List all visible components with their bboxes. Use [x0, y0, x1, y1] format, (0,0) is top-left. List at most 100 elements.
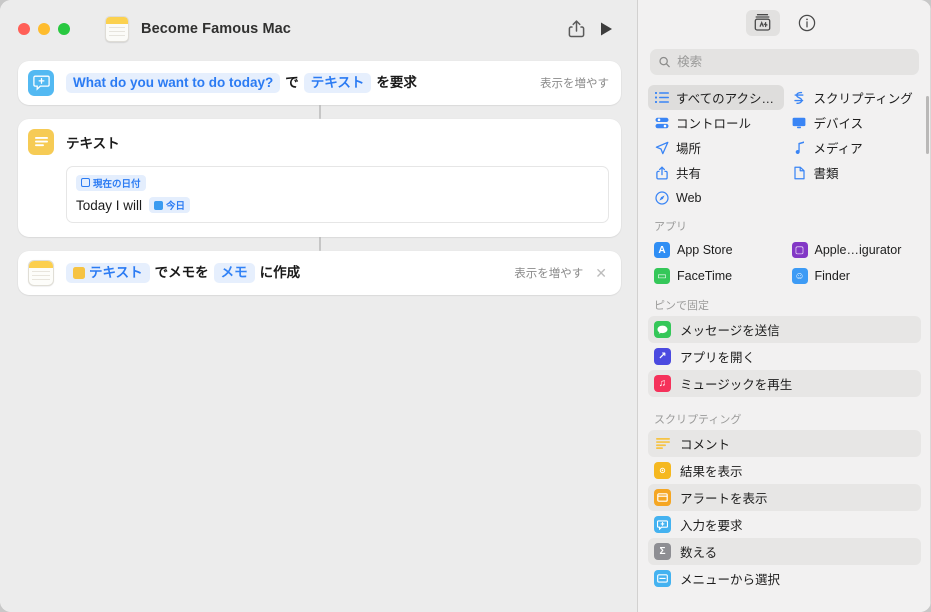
library-item-count[interactable]: Σ 数える	[648, 538, 921, 565]
connector	[18, 105, 621, 119]
library-item-label: メッセージを送信	[680, 324, 780, 338]
library-item-show-result[interactable]: ⊙ 結果を表示	[648, 457, 921, 484]
text-variable-token[interactable]: テキスト	[66, 262, 150, 284]
safari-compass-icon	[654, 190, 669, 205]
library-item-label: アラートを表示	[680, 492, 768, 506]
category-web[interactable]: Web	[648, 185, 784, 210]
category-location[interactable]: 場所	[648, 135, 784, 160]
minimize-window-button[interactable]	[38, 22, 50, 35]
category-label: スクリプティング	[813, 92, 913, 106]
library-item-choose-from-menu[interactable]: メニューから選択	[648, 565, 921, 592]
library-item-send-message[interactable]: メッセージを送信	[648, 316, 921, 343]
traffic-lights	[18, 22, 70, 35]
run-shortcut-button[interactable]	[591, 16, 621, 42]
search-container	[638, 45, 931, 85]
search-field[interactable]	[650, 49, 919, 75]
action-text-part: に作成	[259, 264, 301, 280]
media-note-icon	[792, 141, 807, 154]
text-field-value: Today I will	[76, 197, 143, 213]
controls-icon	[654, 117, 669, 129]
apps-grid: A App Store ▢ Apple…igurator ▭ FaceTime …	[638, 237, 931, 289]
library-toolbar	[638, 0, 931, 45]
zoom-window-button[interactable]	[58, 22, 70, 35]
category-sharing[interactable]: 共有	[648, 160, 784, 185]
show-more-link[interactable]: 表示を増やす	[540, 75, 609, 91]
app-item-facetime[interactable]: ▭ FaceTime	[648, 263, 784, 289]
workflow-pane: Become Famous Mac What do you want to do…	[0, 0, 637, 612]
category-label: Web	[676, 190, 702, 205]
input-type-token[interactable]: テキスト	[303, 72, 372, 94]
action-card-ask-for-input[interactable]: What do you want to do today? で テキスト を要求…	[18, 61, 621, 105]
library-item-show-alert[interactable]: アラートを表示	[648, 484, 921, 511]
search-input[interactable]	[677, 55, 910, 69]
app-store-icon: A	[654, 242, 670, 258]
category-all-actions[interactable]: すべてのアクシ…	[648, 85, 784, 110]
share-button[interactable]	[561, 16, 591, 42]
close-window-button[interactable]	[18, 22, 30, 35]
library-list[interactable]: ピンで固定 メッセージを送信 ↗ アプリを開く ♫ ミュージックを再生 スクリプ…	[638, 289, 931, 612]
library-item-comment[interactable]: コメント	[648, 430, 921, 457]
library-item-open-app[interactable]: ↗ アプリを開く	[648, 343, 921, 370]
notes-folder-token[interactable]: メモ	[213, 262, 255, 284]
library-item-label: メニューから選択	[680, 573, 781, 587]
ask-for-input-icon	[28, 70, 54, 96]
comment-icon	[654, 435, 671, 452]
category-label: 共有	[676, 167, 702, 181]
app-item-app-store[interactable]: A App Store	[648, 237, 784, 263]
today-variable-chip[interactable]: 今日	[149, 197, 191, 213]
list-icon	[654, 92, 669, 103]
action-card-text[interactable]: テキスト 現在の日付 Today I will 今日	[18, 119, 621, 237]
apps-section-header: アプリ	[654, 221, 687, 233]
app-item-apple-configurator[interactable]: ▢ Apple…igurator	[786, 237, 922, 263]
category-devices[interactable]: デバイス	[786, 110, 922, 135]
apple-configurator-icon: ▢	[791, 242, 808, 258]
info-icon[interactable]	[790, 10, 824, 36]
category-controls[interactable]: コントロール	[648, 110, 784, 135]
library-scrollbar[interactable]	[926, 96, 929, 154]
device-icon	[792, 117, 807, 129]
library-item-label: アプリを開く	[680, 351, 756, 365]
action-text-part: を要求	[376, 74, 417, 90]
text-token-icon	[73, 267, 85, 279]
text-input-field[interactable]: 現在の日付 Today I will 今日	[66, 166, 609, 223]
app-label: Apple…igurator	[814, 243, 902, 257]
page-title: Become Famous Mac	[141, 20, 291, 37]
category-scripting[interactable]: スクリプティング	[786, 85, 922, 110]
shortcuts-window: Become Famous Mac What do you want to do…	[0, 0, 931, 612]
category-label: メディア	[813, 142, 863, 156]
app-label: App Store	[677, 243, 733, 257]
titlebar: Become Famous Mac	[0, 0, 637, 57]
library-item-label: 数える	[680, 546, 718, 560]
text-action-icon	[28, 129, 54, 155]
location-icon	[654, 141, 669, 155]
action-text-part: でメモを	[154, 264, 209, 280]
library-item-label: ミュージックを再生	[680, 378, 793, 392]
finder-icon: ☺	[791, 268, 808, 284]
remove-action-button[interactable]: ✕	[593, 266, 609, 280]
category-media[interactable]: メディア	[786, 135, 922, 160]
show-alert-icon	[654, 489, 671, 506]
library-item-ask-for-input[interactable]: 入力を要求	[648, 511, 921, 538]
show-more-link[interactable]: 表示を増やす	[514, 265, 583, 281]
search-icon	[659, 56, 670, 68]
current-date-variable-chip[interactable]: 現在の日付	[76, 174, 146, 191]
category-grid: すべてのアクシ… スクリプティング コントロール デバイス 場所 メディア 共有…	[638, 85, 931, 210]
action-text: What do you want to do today? で テキスト を要求	[66, 72, 422, 94]
count-icon: Σ	[654, 543, 671, 560]
document-icon	[792, 166, 807, 180]
library-item-label: 入力を要求	[680, 519, 743, 533]
category-label: デバイス	[813, 117, 864, 131]
date-token-icon	[154, 200, 164, 210]
prompt-token[interactable]: What do you want to do today?	[66, 72, 281, 94]
app-label: FaceTime	[677, 269, 733, 283]
action-card-create-note[interactable]: テキスト でメモを メモ に作成 表示を増やす ✕	[18, 251, 621, 295]
category-documents[interactable]: 書類	[786, 160, 922, 185]
notes-document-icon	[105, 15, 129, 42]
scripting-icon	[792, 91, 807, 105]
action-library-icon[interactable]	[745, 9, 780, 36]
category-label: すべてのアクシ…	[676, 92, 775, 106]
pinned-section-header: ピンで固定	[654, 300, 709, 312]
workflow-canvas: What do you want to do today? で テキスト を要求…	[0, 57, 637, 612]
library-item-play-music[interactable]: ♫ ミュージックを再生	[648, 370, 921, 397]
app-item-finder[interactable]: ☺ Finder	[786, 263, 922, 289]
